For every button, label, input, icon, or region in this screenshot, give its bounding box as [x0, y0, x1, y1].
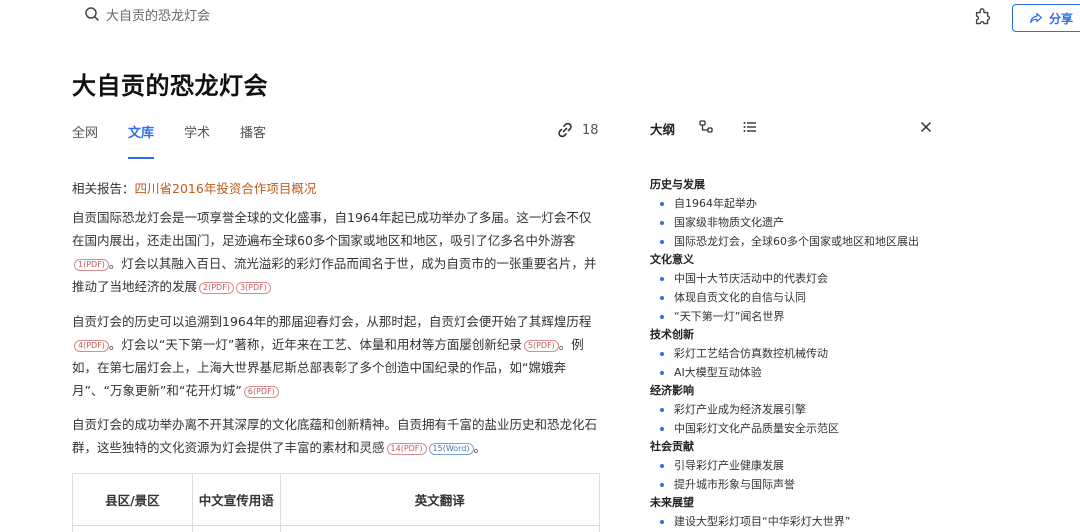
table-header-cell: 英文翻译	[279, 473, 601, 526]
related-report-link[interactable]: 四川省2016年投资合作项目概况	[135, 181, 317, 196]
outline-section-title[interactable]: 技术创新	[650, 326, 950, 344]
tab-academic[interactable]: 学术	[184, 122, 210, 159]
outline-item[interactable]: 自1964年起举办	[650, 194, 950, 213]
share-icon	[1030, 13, 1042, 23]
list-icon[interactable]	[742, 119, 758, 135]
outline-item[interactable]: 中国彩灯文化产品质量安全示范区	[650, 419, 950, 438]
search-bar[interactable]	[84, 6, 326, 22]
related-report-label: 相关报告：	[72, 181, 135, 196]
outline-item[interactable]: 提升城市形象与国际声誉	[650, 475, 950, 494]
citation-badge[interactable]: 6(PDF)	[243, 385, 279, 398]
outline-item[interactable]: 体现自贡文化的自信与认同	[650, 288, 950, 307]
outline-item[interactable]: 国际恐龙灯会，全球60多个国家或地区和地区展出	[650, 232, 950, 251]
outline-item[interactable]: 建设大型彩灯项目“中华彩灯大世界”	[650, 512, 950, 531]
outline-item[interactable]: 彩灯产业成为经济发展引擎	[650, 400, 950, 419]
outline-item[interactable]: “天下第一灯”闻名世界	[650, 307, 950, 326]
citation-badge[interactable]: 2(PDF)	[199, 281, 234, 294]
table-cell	[72, 525, 193, 532]
outline-item[interactable]: 引导彩灯产业健康发展	[650, 456, 950, 475]
outline-list: 历史与发展 自1964年起举办 国家级非物质文化遗产 国际恐龙灯会，全球60多个…	[650, 176, 950, 531]
paragraph-text: 。	[473, 440, 487, 455]
tab-all-web[interactable]: 全网	[72, 122, 98, 159]
page-title: 大自贡的恐龙灯会	[72, 72, 268, 100]
paragraph-text: 。灯会以其融入百日、流光溢彩的彩灯作品而闻名于世，成为自贡市的一张重要名片，并推…	[72, 256, 597, 294]
search-input[interactable]	[106, 6, 326, 22]
citation-badge[interactable]: 4(PDF)	[74, 339, 109, 352]
outline-header: 大纲	[650, 118, 940, 138]
paragraph-1: 自贡国际恐龙灯会是一项享誉全球的文化盛事，自1964年起已成功举办了多届。这一灯…	[72, 206, 602, 298]
outline-title: 大纲	[650, 121, 676, 137]
citation-badge[interactable]: 15(Word)	[428, 442, 474, 455]
table-header-cell: 中文宣传用语	[191, 473, 281, 526]
references-count-value: 18	[582, 122, 599, 138]
puzzle-icon[interactable]	[972, 7, 994, 29]
paragraph-text: 自贡灯会的历史可以追溯到1964年的那届迎春灯会，从那时起，自贡灯会便开始了其辉…	[72, 314, 592, 329]
outline-section-title[interactable]: 未来展望	[650, 494, 950, 512]
table-cell	[191, 525, 281, 532]
outline-item[interactable]: 国家级非物质文化遗产	[650, 213, 950, 232]
outline-section-title[interactable]: 经济影响	[650, 382, 950, 400]
citation-badge[interactable]: 1(PDF)	[74, 258, 109, 271]
mindmap-icon[interactable]	[698, 119, 714, 135]
search-icon	[85, 7, 100, 22]
table-row	[72, 525, 601, 532]
paragraph-text: 自贡国际恐龙灯会是一项享誉全球的文化盛事，自1964年起已成功举办了多届。这一灯…	[72, 210, 592, 248]
table-header-cell: 县区/景区	[72, 473, 193, 526]
top-bar: 分享	[0, 0, 1080, 34]
link-icon	[558, 122, 572, 138]
outline-item[interactable]: AI大模型互动体验	[650, 363, 950, 382]
references-count[interactable]: 18	[556, 121, 599, 139]
table-header-row: 县区/景区 中文宣传用语 英文翻译	[72, 473, 601, 526]
outline-item[interactable]: 彩灯工艺结合仿真数控机械传动	[650, 344, 950, 363]
paragraph-3: 自贡灯会的成功举办离不开其深厚的文化底蕴和创新精神。自贡拥有千富的盐业历史和恐龙…	[72, 413, 602, 459]
tab-library[interactable]: 文库	[128, 122, 155, 159]
table-cell	[279, 525, 601, 532]
share-label: 分享	[1049, 11, 1074, 26]
outline-section-title[interactable]: 历史与发展	[650, 176, 950, 194]
tab-podcast[interactable]: 播客	[240, 122, 266, 159]
related-report: 相关报告：四川省2016年投资合作项目概况	[72, 178, 316, 197]
citation-badge[interactable]: 5(PDF)	[523, 339, 559, 352]
citation-badge[interactable]: 3(PDF)	[235, 281, 271, 294]
outline-item[interactable]: 中国十大节庆活动中的代表灯会	[650, 269, 950, 288]
close-icon[interactable]	[918, 119, 934, 135]
slogan-table: 县区/景区 中文宣传用语 英文翻译	[72, 473, 601, 532]
outline-section-title[interactable]: 社会贡献	[650, 438, 950, 456]
citation-badge[interactable]: 14(PDF)	[386, 442, 427, 455]
paragraph-text: 。灯会以“天下第一灯”著称，近年来在工艺、体量和用材等方面屡创新纪录	[108, 337, 522, 352]
source-tabs: 全网 文库 学术 播客	[72, 122, 296, 159]
paragraph-text: 自贡灯会的成功举办离不开其深厚的文化底蕴和创新精神。自贡拥有千富的盐业历史和恐龙…	[72, 417, 598, 455]
paragraph-2: 自贡灯会的历史可以追溯到1964年的那届迎春灯会，从那时起，自贡灯会便开始了其辉…	[72, 310, 602, 402]
share-button[interactable]: 分享	[1012, 4, 1080, 32]
outline-section-title[interactable]: 文化意义	[650, 251, 950, 269]
